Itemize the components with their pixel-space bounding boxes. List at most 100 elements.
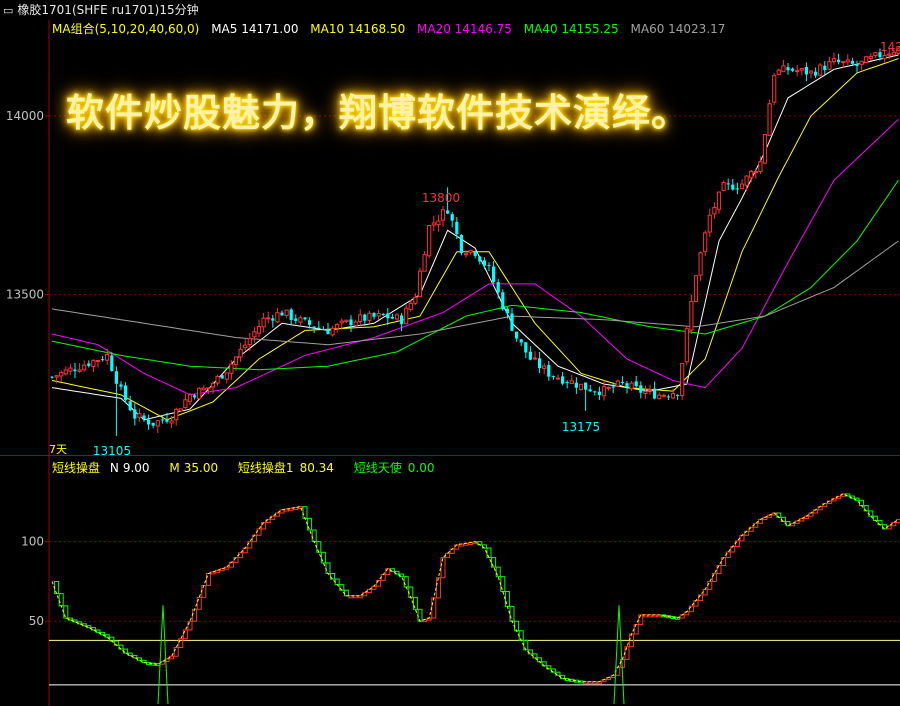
candle-body <box>625 383 629 387</box>
indicator-bar <box>408 586 414 598</box>
candle-body <box>818 64 823 76</box>
candle-body <box>744 175 749 186</box>
candle-body <box>233 356 239 365</box>
indicator-bar <box>334 578 340 586</box>
candle-body <box>110 355 114 372</box>
candle-body <box>542 365 547 369</box>
indicator-bar <box>504 591 510 607</box>
annotation-days: 7天 <box>49 443 67 456</box>
param-n-value: 9.00 <box>122 461 150 475</box>
candle-body <box>408 302 413 310</box>
candle-body <box>206 387 211 390</box>
candle-body <box>795 70 800 73</box>
candle-body <box>791 68 795 71</box>
candle-body <box>827 61 832 70</box>
indicator-bar <box>284 508 290 512</box>
candle-body <box>91 359 96 368</box>
window-title-bar: ▭ 橡胶1701(SHFE ru1701)15分钟 <box>0 0 900 20</box>
indicator-series <box>51 493 900 705</box>
candle-body <box>841 61 846 64</box>
candle-body <box>353 321 358 327</box>
indicator-name[interactable]: 短线操盘 <box>52 461 100 475</box>
candle-body <box>698 252 703 276</box>
indicator-bar <box>799 518 805 522</box>
indicator-tick-label: 50 <box>29 614 44 628</box>
candle-body <box>87 363 91 366</box>
candle-body <box>823 65 827 71</box>
candle-body <box>569 380 574 384</box>
candle-body <box>50 376 54 378</box>
line2-label: 短线天使 <box>353 461 402 475</box>
candle-body <box>312 326 316 328</box>
angel-spike <box>613 605 625 705</box>
indicator-bar <box>523 639 529 651</box>
candle-body <box>436 220 441 226</box>
candle-body <box>440 209 446 221</box>
indicator-chart[interactable]: 100 50 <box>0 456 900 706</box>
candle-body <box>653 388 657 399</box>
indicator-bar <box>698 594 704 602</box>
candle-body <box>859 60 864 65</box>
indicator-bar <box>688 605 694 613</box>
candle-body <box>492 266 496 282</box>
candle-body <box>666 396 670 398</box>
annotation-low-mid: 13175 <box>562 420 600 434</box>
candle-body <box>335 324 340 329</box>
ma-group-label[interactable]: MA组合(5,10,20,40,60,0) <box>52 22 199 36</box>
indicator-bar <box>716 565 722 574</box>
candle-body <box>381 313 385 315</box>
candle-body <box>266 317 271 320</box>
candle-body <box>786 67 790 71</box>
candle-body <box>142 415 146 420</box>
candle-body <box>339 320 344 324</box>
indicator-bar <box>54 580 60 595</box>
indicator-bar <box>251 534 257 543</box>
candle-body <box>160 419 164 421</box>
candle-body <box>147 419 151 425</box>
indicator-bar <box>693 600 699 607</box>
candle-body <box>261 317 266 328</box>
candle-body <box>515 331 519 339</box>
candle-body <box>400 315 404 325</box>
candle-body <box>243 344 248 349</box>
candle-body <box>119 384 123 387</box>
ma20-label: MA20 14146.75 <box>417 22 512 36</box>
candle-body <box>468 249 473 253</box>
angel-spike <box>157 605 169 705</box>
indicator-bar <box>638 614 644 625</box>
window-menu-icon[interactable]: ▭ <box>3 1 13 21</box>
candle-body <box>574 382 578 388</box>
indicator-bar <box>730 545 736 553</box>
candle-body <box>620 381 624 383</box>
candle-body <box>128 401 132 411</box>
candle-body <box>561 376 565 384</box>
param-n-label: N <box>109 461 119 475</box>
candle-body <box>372 313 376 317</box>
candle-body <box>390 316 394 319</box>
indicator-bar <box>196 596 202 610</box>
indicator-bar <box>532 653 538 659</box>
candle-body <box>321 328 325 330</box>
candle-body <box>174 408 179 421</box>
candle-body <box>555 377 561 380</box>
indicator-bar <box>380 574 386 581</box>
candle-body <box>510 313 514 331</box>
indicator-bar <box>362 592 368 597</box>
candle-body <box>220 375 224 379</box>
candle-body <box>215 376 220 384</box>
candle-body <box>721 182 726 191</box>
candle-body <box>455 221 459 235</box>
candle-body <box>210 383 216 388</box>
candle-body <box>404 307 409 325</box>
candle-body <box>762 134 768 164</box>
candle-body <box>367 312 372 321</box>
indicator-bar <box>311 529 317 543</box>
indicator-bar <box>63 605 69 619</box>
candle-body <box>804 66 808 75</box>
indicator-line <box>51 493 899 683</box>
candle-body <box>519 339 523 343</box>
candle-body <box>611 386 615 388</box>
indicator-bar <box>417 608 423 622</box>
indicator-bar <box>721 557 727 567</box>
indicator-bar <box>491 557 497 568</box>
